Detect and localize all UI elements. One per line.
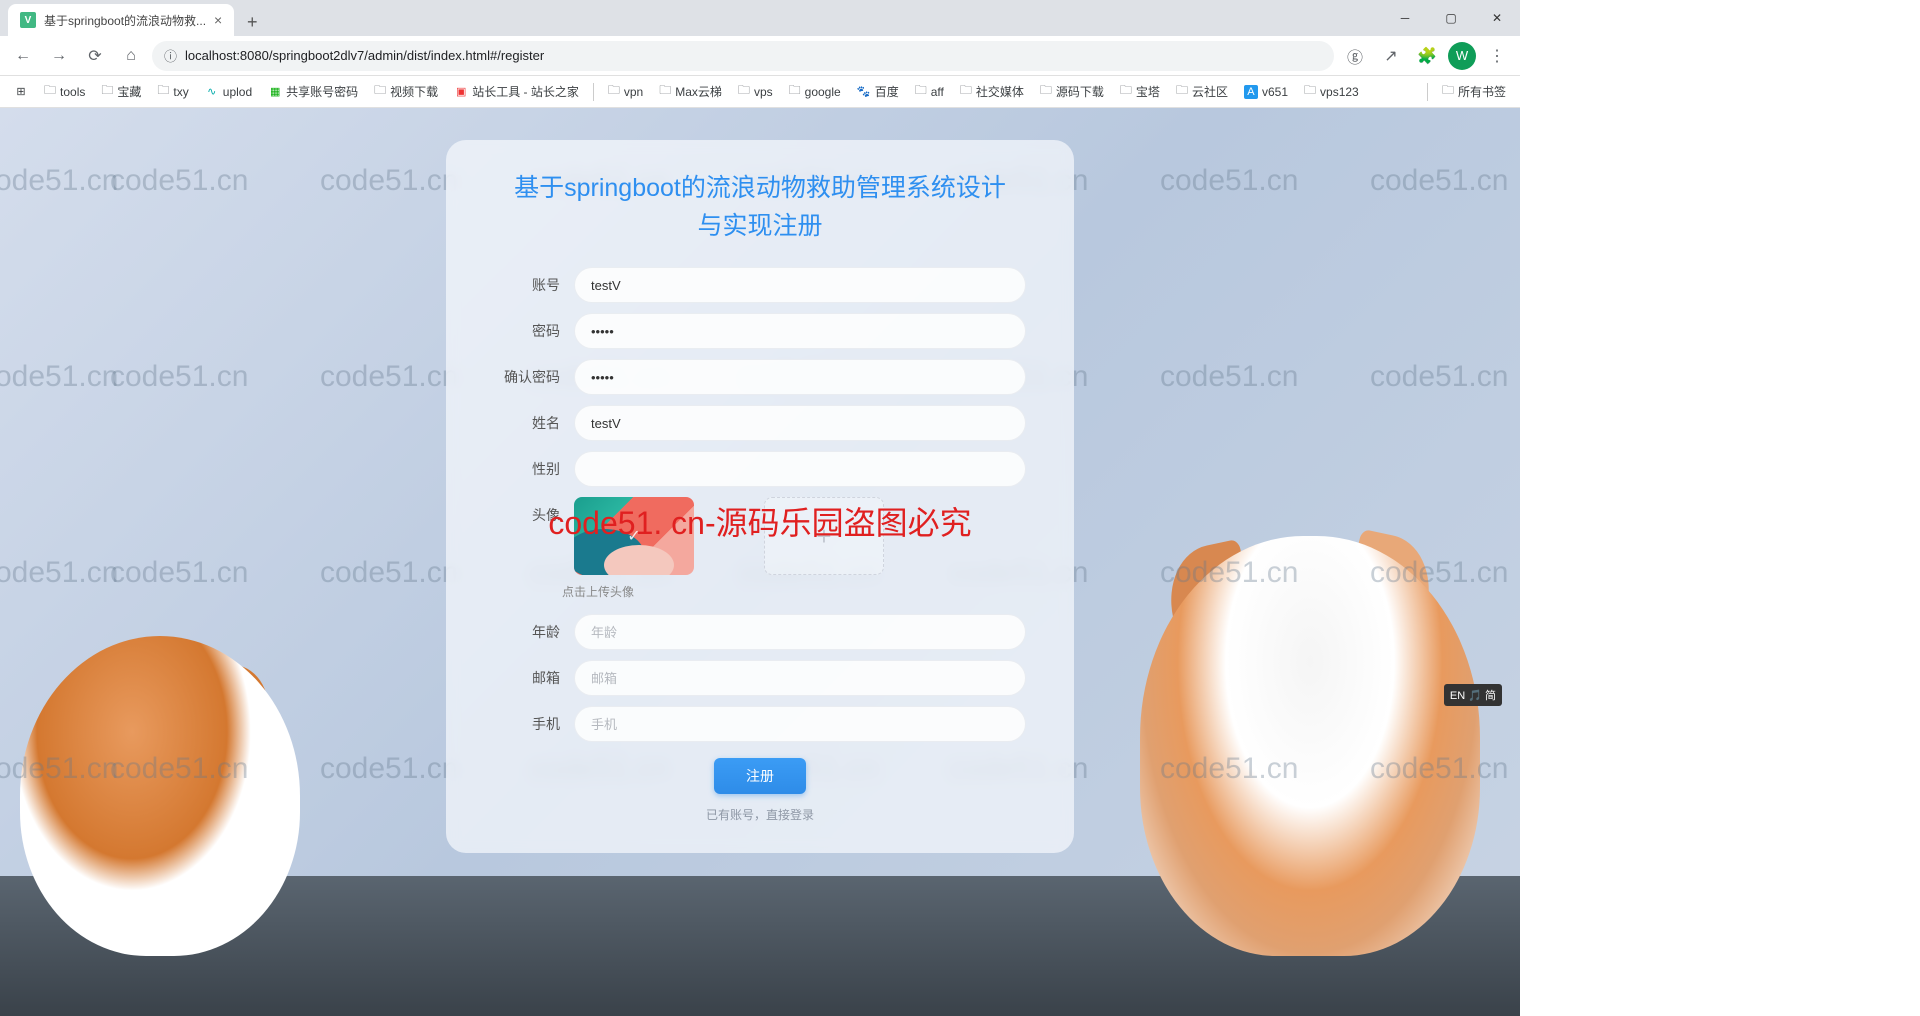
profile-avatar[interactable]: W (1448, 42, 1476, 70)
bookmark-folder[interactable]: 🗀宝藏 (95, 77, 147, 106)
confirm-password-label: 确认密码 (494, 367, 574, 387)
email-label: 邮箱 (494, 668, 574, 688)
ime-indicator[interactable]: EN 🎵 简 (1444, 684, 1502, 706)
name-label: 姓名 (494, 413, 574, 433)
bookmark-folder[interactable]: 🗀云社区 (1170, 77, 1234, 106)
apps-button[interactable]: ⊞ (8, 81, 34, 103)
email-input[interactable] (574, 660, 1026, 696)
bookmark-folder[interactable]: 🗀vps (732, 77, 779, 106)
reload-button[interactable]: ⟳ (80, 41, 110, 71)
bookmark-item[interactable]: ▦共享账号密码 (262, 79, 364, 104)
minimize-button[interactable]: ─ (1382, 0, 1428, 36)
bookmark-folder[interactable]: 🗀源码下载 (1034, 77, 1110, 106)
bookmark-folder[interactable]: 🗀vpn (602, 77, 649, 106)
browser-chrome: V 基于springboot的流浪动物救... × + ─ ▢ ✕ ← → ⟳ … (0, 0, 1520, 108)
register-button[interactable]: 注册 (714, 758, 806, 794)
bookmark-item[interactable]: ∿uplod (199, 81, 258, 103)
bookmark-folder[interactable]: 🗀社交媒体 (954, 77, 1030, 106)
account-label: 账号 (494, 275, 574, 295)
bookmark-item[interactable]: 🐾百度 (851, 79, 905, 104)
forward-button[interactable]: → (44, 41, 74, 71)
confirm-password-input[interactable] (574, 359, 1026, 395)
name-input[interactable] (574, 405, 1026, 441)
login-link[interactable]: 已有账号，直接登录 (494, 806, 1026, 823)
tab-bar: V 基于springboot的流浪动物救... × + ─ ▢ ✕ (0, 0, 1520, 36)
vue-favicon: V (20, 12, 36, 28)
bookmark-folder[interactable]: 🗀tools (38, 77, 91, 106)
account-input[interactable] (574, 267, 1026, 303)
bookmark-folder[interactable]: 🗀aff (909, 77, 950, 106)
window-controls: ─ ▢ ✕ (1382, 0, 1520, 36)
window-close-button[interactable]: ✕ (1474, 0, 1520, 36)
extensions-icon[interactable]: 🧩 (1412, 41, 1442, 71)
share-icon[interactable]: ↗ (1376, 41, 1406, 71)
browser-tab[interactable]: V 基于springboot的流浪动物救... × (8, 4, 234, 36)
new-tab-button[interactable]: + (238, 8, 266, 36)
phone-label: 手机 (494, 714, 574, 734)
bookmark-folder[interactable]: 🗀vps123 (1298, 77, 1365, 106)
close-icon[interactable]: × (214, 12, 222, 28)
nav-bar: ← → ⟳ ⌂ ⓘ localhost:8080/springboot2dlv7… (0, 36, 1520, 76)
password-label: 密码 (494, 321, 574, 341)
bookmark-item[interactable]: ▣站长工具 - 站长之家 (448, 79, 585, 104)
home-button[interactable]: ⌂ (116, 41, 146, 71)
bookmark-folder[interactable]: 🗀宝塔 (1114, 77, 1166, 106)
bookmark-item[interactable]: Av651 (1238, 81, 1294, 103)
age-input[interactable] (574, 614, 1026, 650)
gender-input[interactable] (574, 451, 1026, 487)
phone-input[interactable] (574, 706, 1026, 742)
info-icon: ⓘ (164, 46, 177, 65)
url-text: localhost:8080/springboot2dlv7/admin/dis… (185, 48, 544, 63)
menu-icon[interactable]: ⋮ (1482, 41, 1512, 71)
tab-title: 基于springboot的流浪动物救... (44, 12, 206, 29)
bookmark-folder[interactable]: 🗀视频下载 (368, 77, 444, 106)
watermark-main: code51. cn-源码乐园盗图必究 (548, 498, 971, 544)
bookmark-folder[interactable]: 🗀google (783, 77, 847, 106)
back-button[interactable]: ← (8, 41, 38, 71)
register-card: 基于springboot的流浪动物救助管理系统设计与实现注册 账号 密码 确认密… (446, 140, 1074, 853)
card-title: 基于springboot的流浪动物救助管理系统设计与实现注册 (494, 170, 1026, 245)
maximize-button[interactable]: ▢ (1428, 0, 1474, 36)
bookmark-folder[interactable]: 🗀txy (151, 77, 194, 106)
bookmark-bar: ⊞ 🗀tools 🗀宝藏 🗀txy ∿uplod ▦共享账号密码 🗀视频下载 ▣… (0, 76, 1520, 108)
address-bar[interactable]: ⓘ localhost:8080/springboot2dlv7/admin/d… (152, 41, 1334, 71)
gender-label: 性别 (494, 459, 574, 479)
bookmark-folder[interactable]: 🗀Max云梯 (653, 77, 728, 106)
password-input[interactable] (574, 313, 1026, 349)
translate-icon[interactable]: ⓖ (1340, 41, 1370, 71)
avatar-hint: 点击上传头像 (562, 583, 1026, 600)
age-label: 年龄 (494, 622, 574, 642)
all-bookmarks[interactable]: 🗀所有书签 (1436, 77, 1512, 106)
page-content: code51.cn code51.cn code51.cn code51.cn … (0, 108, 1520, 1016)
